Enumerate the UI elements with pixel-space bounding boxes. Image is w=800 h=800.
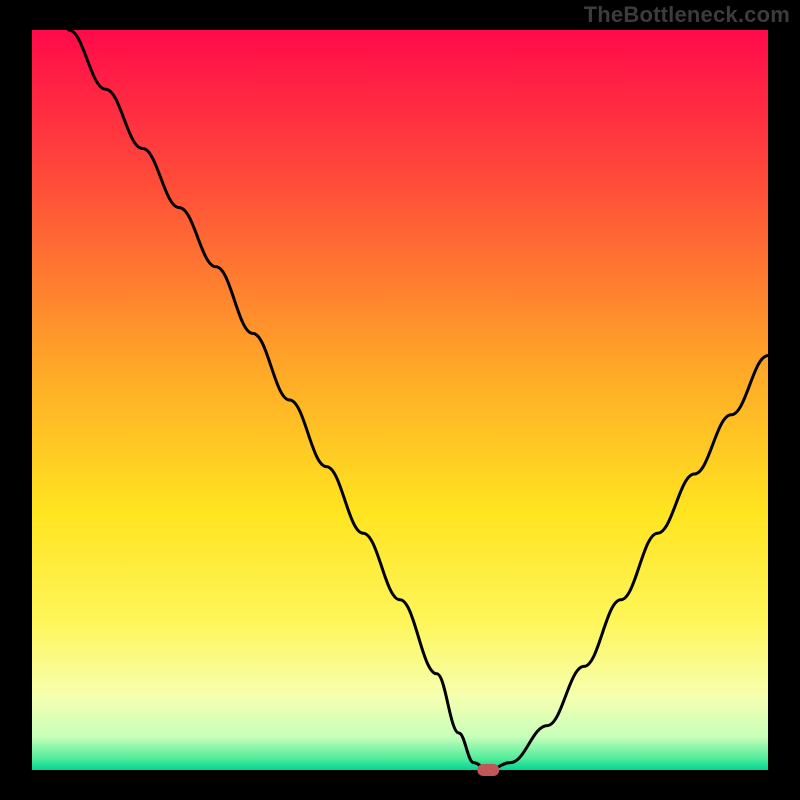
optimum-marker: [477, 764, 499, 776]
chart-frame: TheBottleneck.com: [0, 0, 800, 800]
plot-background: [32, 30, 768, 770]
bottleneck-chart: [0, 0, 800, 800]
watermark-label: TheBottleneck.com: [584, 2, 790, 28]
